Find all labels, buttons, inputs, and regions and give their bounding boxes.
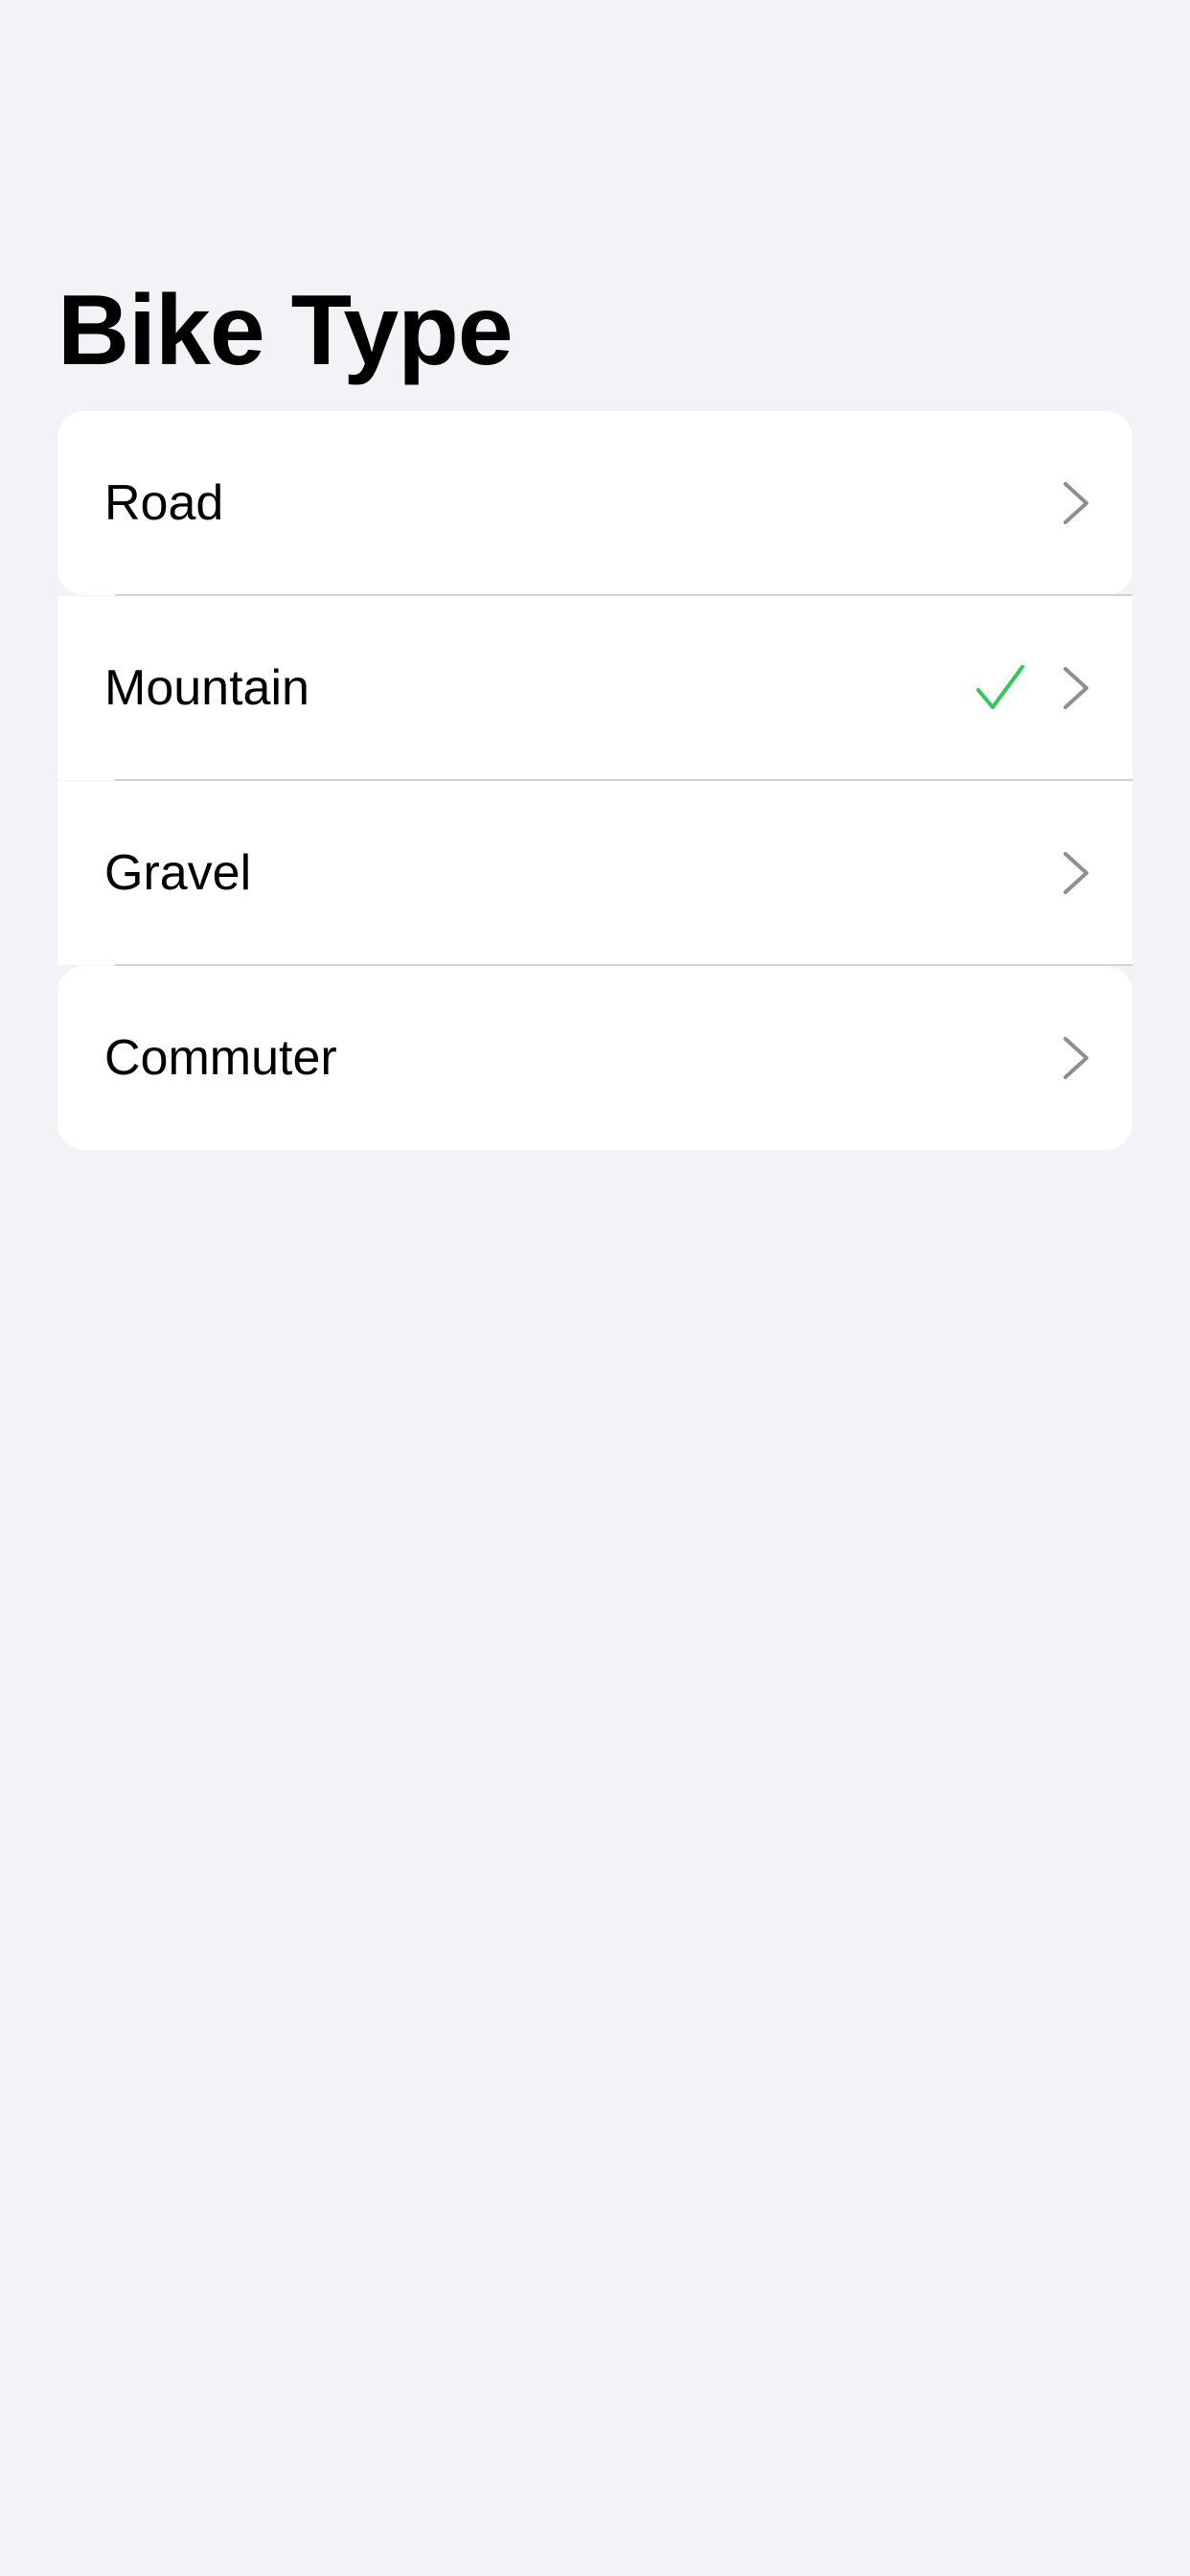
bike-type-screen: Bike Type Road Mountain Gravel Commuter — [0, 0, 1190, 2576]
option-label: Gravel — [104, 845, 252, 901]
option-commuter[interactable]: Commuter — [57, 966, 1133, 1150]
option-label: Mountain — [104, 660, 309, 716]
option-label: Road — [104, 475, 224, 531]
chevron-right-icon — [1064, 482, 1088, 524]
chevron-right-icon — [1064, 1037, 1088, 1079]
option-label: Commuter — [104, 1030, 337, 1086]
checkmark-icon — [976, 665, 1024, 709]
option-gravel[interactable]: Gravel — [57, 781, 1133, 966]
chevron-right-icon — [1064, 667, 1088, 709]
option-mountain[interactable]: Mountain — [57, 596, 1133, 781]
chevron-right-icon — [1064, 852, 1088, 894]
page-title: Bike Type — [57, 275, 514, 386]
option-road[interactable]: Road — [57, 411, 1133, 596]
bike-type-list: Road Mountain Gravel Commuter — [57, 411, 1133, 1150]
